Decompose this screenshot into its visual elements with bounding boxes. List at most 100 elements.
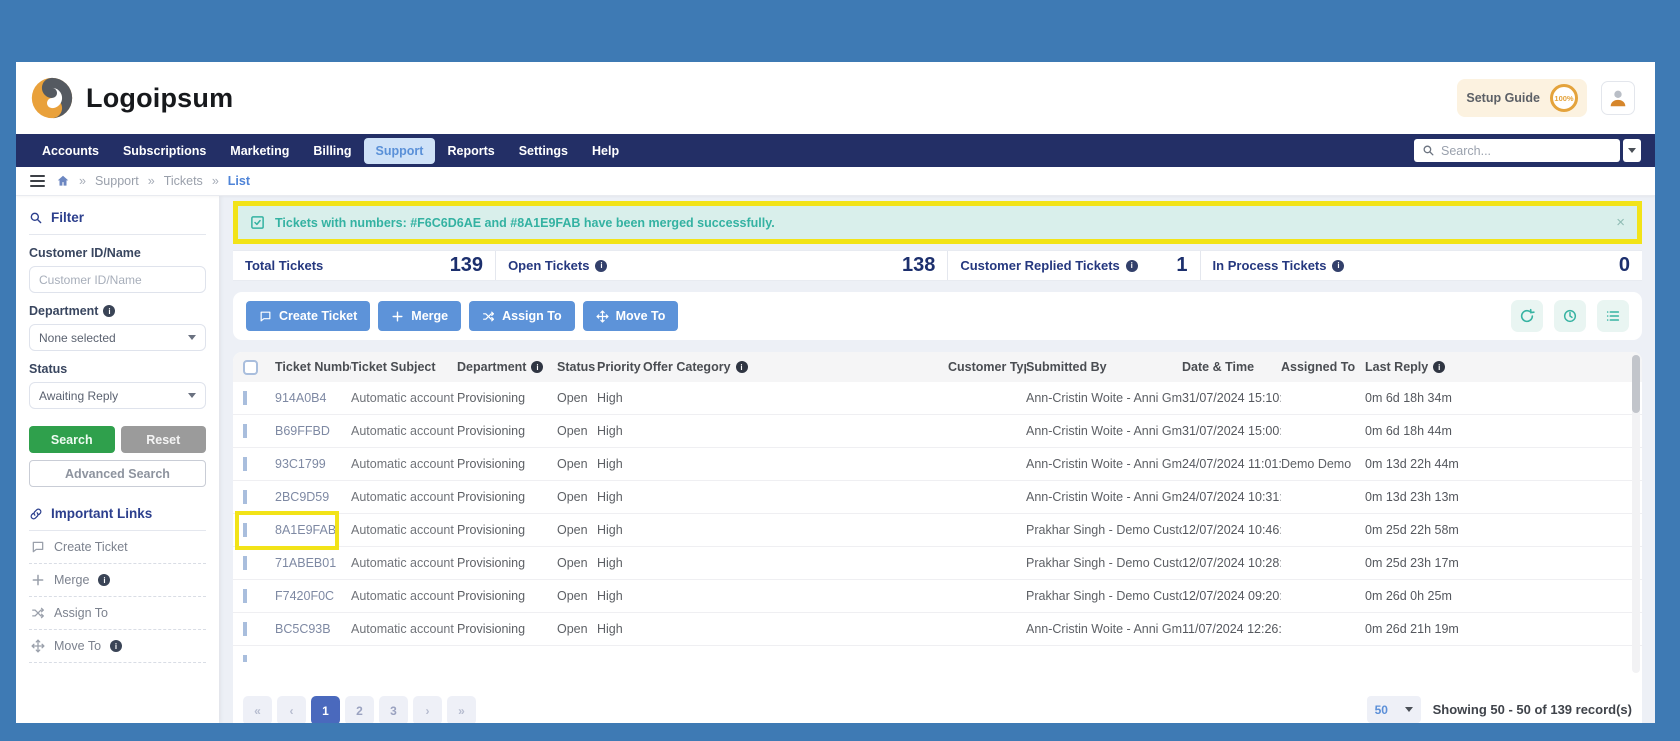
sidebar-link-create-ticket[interactable]: Create Ticket: [29, 531, 206, 564]
department-label: Department: [29, 304, 206, 318]
cell-status: Open: [557, 523, 597, 537]
chevron-down-icon: [188, 393, 196, 398]
home-icon[interactable]: [56, 174, 70, 188]
row-checkbox[interactable]: [243, 391, 247, 405]
cell-ticket-number[interactable]: F7420F0C: [275, 589, 351, 603]
scrollbar-thumb[interactable]: [1632, 355, 1640, 413]
breadcrumb-support[interactable]: Support: [95, 174, 139, 188]
table-header-row: Ticket NumberTicket SubjectDepartmentSta…: [233, 352, 1642, 382]
shuffle-icon: [31, 606, 45, 620]
nav-item-settings[interactable]: Settings: [507, 138, 580, 164]
cell-ticket-number[interactable]: 71ABEB01: [275, 556, 351, 570]
nav-item-reports[interactable]: Reports: [435, 138, 506, 164]
column-header-date-time: Date & Time: [1182, 360, 1281, 374]
move-icon: [31, 639, 45, 653]
customer-id-input[interactable]: [39, 273, 196, 287]
stat-in-process-tickets: In Process Tickets 0: [1200, 251, 1642, 280]
row-checkbox[interactable]: [243, 556, 247, 570]
setup-guide-button[interactable]: Setup Guide 100%: [1457, 79, 1587, 117]
refresh-icon: [1519, 308, 1535, 324]
breadcrumb: » Support » Tickets » List: [16, 167, 1655, 196]
sidebar-link-assign-to[interactable]: Assign To: [29, 597, 206, 630]
search-scope-dropdown[interactable]: [1623, 139, 1641, 162]
column-header-priority: Priority: [597, 360, 643, 374]
search-button[interactable]: Search: [29, 426, 115, 453]
row-checkbox[interactable]: [243, 523, 247, 537]
department-select[interactable]: None selected: [29, 324, 206, 351]
info-icon[interactable]: [531, 361, 543, 373]
info-icon[interactable]: [98, 574, 110, 586]
global-search[interactable]: [1414, 139, 1620, 162]
filter-title: Filter: [29, 210, 206, 235]
column-header-offer-category: Offer Category: [643, 360, 948, 374]
info-icon[interactable]: [110, 640, 122, 652]
table-row-71abeb01: 71ABEB01Automatic account c...Provisioni…: [233, 547, 1642, 580]
cell-ticket-number[interactable]: 93C1799: [275, 457, 351, 471]
customer-id-field-wrap: [29, 266, 206, 293]
search-input[interactable]: [1441, 144, 1612, 158]
create-ticket-button[interactable]: Create Ticket: [246, 301, 370, 331]
logo-text: Logoipsum: [86, 83, 233, 114]
table-scrollbar[interactable]: [1632, 355, 1640, 673]
info-icon[interactable]: [595, 260, 607, 272]
info-icon[interactable]: [1332, 260, 1344, 272]
sidebar-toggle-button[interactable]: [28, 173, 47, 189]
list-button[interactable]: [1597, 300, 1629, 332]
row-checkbox[interactable]: [243, 589, 247, 603]
refresh-button[interactable]: [1511, 300, 1543, 332]
cell-ticket-number[interactable]: 914A0B4: [275, 391, 351, 405]
merge-button[interactable]: Merge: [378, 301, 461, 331]
nav-item-support[interactable]: Support: [364, 138, 436, 164]
info-icon[interactable]: [103, 305, 115, 317]
pagination-page-1[interactable]: 1: [311, 696, 340, 723]
cell-ticket-number[interactable]: BC5C93B: [275, 622, 351, 636]
cell-submitted-by: Prakhar Singh - Demo Customer ...: [1026, 523, 1182, 537]
cell-subject: Automatic account c...: [351, 556, 457, 570]
main-nav: AccountsSubscriptionsMarketingBillingSup…: [16, 134, 1655, 167]
toolbar-icon-buttons: [1511, 300, 1629, 332]
row-checkbox[interactable]: [243, 490, 247, 504]
cell-status: Open: [557, 589, 597, 603]
reset-button[interactable]: Reset: [121, 426, 207, 453]
info-icon[interactable]: [1126, 260, 1138, 272]
select-all-checkbox[interactable]: [243, 360, 258, 375]
close-icon[interactable]: ×: [1616, 214, 1625, 231]
user-avatar-button[interactable]: [1601, 81, 1635, 115]
cell-subject: Automatic account c...: [351, 391, 457, 405]
page-size-select[interactable]: 50: [1367, 696, 1421, 723]
status-select[interactable]: Awaiting Reply: [29, 382, 206, 409]
advanced-search-button[interactable]: Advanced Search: [29, 460, 206, 487]
cell-ticket-number[interactable]: 2BC9D59: [275, 490, 351, 504]
row-checkbox[interactable]: [243, 622, 247, 636]
row-checkbox[interactable]: [243, 457, 247, 471]
cell-last-reply: 0m 26d 21h 19m: [1365, 622, 1642, 636]
nav-item-accounts[interactable]: Accounts: [30, 138, 111, 164]
pagination-first[interactable]: «: [243, 696, 272, 723]
row-checkbox[interactable]: [243, 424, 247, 438]
sidebar-link-move-to[interactable]: Move To: [29, 630, 206, 663]
breadcrumb-tickets[interactable]: Tickets: [164, 174, 203, 188]
cell-ticket-number[interactable]: B69FFBD: [275, 424, 351, 438]
nav-item-marketing[interactable]: Marketing: [218, 138, 301, 164]
move-to-button[interactable]: Move To: [583, 301, 679, 331]
nav-item-billing[interactable]: Billing: [301, 138, 363, 164]
cell-submitted-by: Ann-Cristin Woite - Anni GmbH: [1026, 490, 1182, 504]
assign-to-button[interactable]: Assign To: [469, 301, 575, 331]
column-header-department: Department: [457, 360, 557, 374]
important-links-list: Create TicketMergeAssign ToMove To: [29, 531, 206, 663]
table-row-93c1799: 93C1799Automatic account c...Provisionin…: [233, 448, 1642, 481]
pagination-last[interactable]: »: [447, 696, 476, 723]
nav-item-subscriptions[interactable]: Subscriptions: [111, 138, 218, 164]
sidebar-link-merge[interactable]: Merge: [29, 564, 206, 597]
pagination-next[interactable]: ›: [413, 696, 442, 723]
table-body: 914A0B4Automatic account c...Provisionin…: [233, 382, 1642, 662]
nav-item-help[interactable]: Help: [580, 138, 631, 164]
pagination-page-3[interactable]: 3: [379, 696, 408, 723]
pagination-prev[interactable]: ‹: [277, 696, 306, 723]
cell-ticket-number[interactable]: 8A1E9FAB: [275, 523, 351, 537]
info-icon[interactable]: [1433, 361, 1445, 373]
row-checkbox[interactable]: [243, 655, 247, 662]
pagination-page-2[interactable]: 2: [345, 696, 374, 723]
info-icon[interactable]: [736, 361, 748, 373]
history-button[interactable]: [1554, 300, 1586, 332]
